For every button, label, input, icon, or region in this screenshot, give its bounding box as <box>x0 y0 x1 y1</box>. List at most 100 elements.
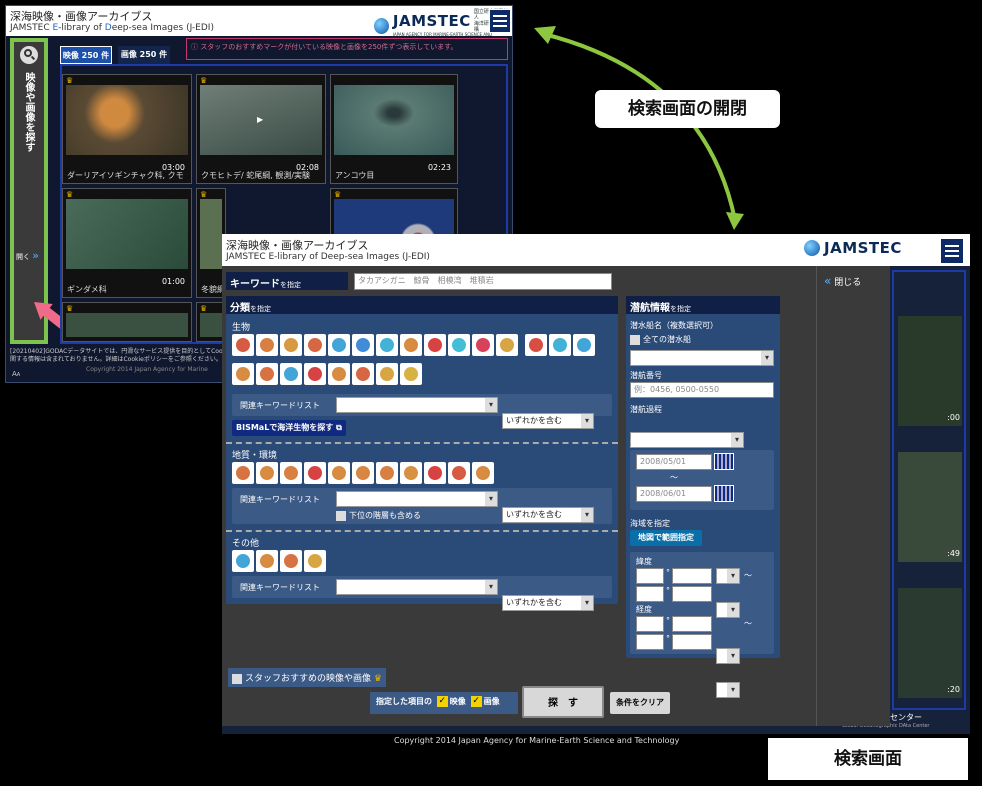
bio-match-select[interactable]: いずれかを含む <box>502 413 594 429</box>
shell-icon[interactable] <box>424 334 446 356</box>
urchin-icon[interactable] <box>256 363 278 385</box>
globe-icon <box>804 240 820 256</box>
lon-deg-1[interactable] <box>636 616 664 632</box>
calendar-icon[interactable] <box>714 485 734 502</box>
eel-icon[interactable] <box>400 334 422 356</box>
seafloor-icon[interactable] <box>232 462 254 484</box>
anemone-icon[interactable] <box>352 363 374 385</box>
structure-icon[interactable] <box>328 462 350 484</box>
lat-min-2[interactable] <box>672 586 712 602</box>
coral-icon[interactable] <box>304 363 326 385</box>
sea-pen-icon[interactable] <box>328 363 350 385</box>
lat-tilde: ～ <box>744 571 752 580</box>
seep-icon[interactable] <box>448 462 470 484</box>
jellyfish-icon[interactable] <box>448 334 470 356</box>
video-thumbnail[interactable]: ♛ <box>330 188 458 269</box>
sponge-icon[interactable] <box>376 363 398 385</box>
crown-icon: ♛ <box>373 674 382 684</box>
thumbnail-image: :20 <box>898 588 962 698</box>
other-keyword-select[interactable] <box>336 579 498 595</box>
geo-match-select[interactable]: いずれかを含む <box>502 507 594 523</box>
submersible-icon[interactable] <box>280 550 302 572</box>
crab-icon[interactable] <box>232 334 254 356</box>
krill-icon[interactable] <box>304 334 326 356</box>
calendar-icon[interactable] <box>714 453 734 470</box>
front-window: 深海映像・画像アーカイブス JAMSTEC E-library of Deep-… <box>222 234 970 745</box>
video-thumbnail[interactable]: ♛ <box>62 302 192 342</box>
lon-deg-2[interactable] <box>636 634 664 650</box>
date-from-input[interactable]: 2008/05/01 <box>636 454 712 470</box>
thumbnail-image <box>66 199 188 269</box>
video-checkbox[interactable]: ✓ <box>436 696 448 707</box>
lat-deg-2[interactable] <box>636 586 664 602</box>
video-thumbnail[interactable]: ♛ ▶ 02:08 クモヒトデ/ 蛇尾綱, 観測/実験 <box>196 74 326 184</box>
mound-icon[interactable] <box>280 462 302 484</box>
hamburger-menu-icon[interactable] <box>489 9 511 33</box>
bismal-button[interactable]: BISMaLで海洋生物を探す ⧉ <box>232 420 346 436</box>
all-vessels-checkbox[interactable]: 全ての潜水船 <box>630 334 691 345</box>
trash-icon[interactable] <box>232 550 254 572</box>
dive-no-input[interactable]: 例：0456, 0500-0550 <box>630 382 774 398</box>
sea-cucumber-icon[interactable] <box>232 363 254 385</box>
ray-icon[interactable] <box>376 334 398 356</box>
front-jamstec-logo[interactable]: JAMSTEC <box>804 239 902 257</box>
image-checkbox[interactable]: ✓ <box>470 696 482 707</box>
hamburger-menu-icon[interactable] <box>940 238 964 264</box>
shark-icon[interactable] <box>352 334 374 356</box>
lon-min-2[interactable] <box>672 634 712 650</box>
lower-layers-checkbox[interactable]: 下位の階層も含める <box>336 510 421 521</box>
layers-icon[interactable] <box>424 462 446 484</box>
staff-pick-checkbox[interactable]: スタッフおすすめの映像や画像 ♛ <box>228 668 386 687</box>
clear-button[interactable]: 条件をクリア <box>610 692 670 714</box>
rock-icon[interactable] <box>376 462 398 484</box>
shrimp-icon[interactable] <box>256 334 278 356</box>
vessel-select[interactable] <box>630 350 774 366</box>
barnacle-icon[interactable] <box>280 334 302 356</box>
other-match-select[interactable]: いずれかを含む <box>502 595 594 611</box>
lat-dir-2[interactable] <box>716 602 740 618</box>
other-bio-icon[interactable] <box>400 363 422 385</box>
close-column <box>816 266 817 726</box>
tab-image[interactable]: 画像 250 件 <box>118 46 170 64</box>
date-to-input[interactable]: 2008/06/01 <box>636 486 712 502</box>
close-search-button[interactable]: « 閉じる <box>824 274 861 288</box>
whale-tail-icon[interactable] <box>256 550 278 572</box>
slope-icon[interactable] <box>256 462 278 484</box>
lat-deg-1[interactable] <box>636 568 664 584</box>
siphonophore-icon[interactable] <box>549 334 572 356</box>
clam-icon[interactable] <box>496 334 518 356</box>
map-range-button[interactable]: 地図で範囲指定 <box>630 530 702 546</box>
video-thumbnail[interactable]: ♛ 03:00 ダーリアイソギンチャク科, クモヒト… <box>62 74 192 184</box>
thumbnail-image: :00 <box>898 316 962 426</box>
starfish-icon[interactable] <box>280 363 302 385</box>
bio-keyword-select[interactable] <box>336 397 498 413</box>
lon-min-1[interactable] <box>672 616 712 632</box>
search-panel: キーワードを指定 タカアシガニ 鯨骨 相模湾 堆積岩 分類を指定 生物 関連キー… <box>222 266 890 726</box>
manipulator-icon[interactable] <box>304 550 326 572</box>
octopus-icon[interactable] <box>472 334 494 356</box>
lat-min-1[interactable] <box>672 568 712 584</box>
lat-dir-1[interactable] <box>716 568 740 584</box>
video-thumbnail[interactable]: 02:23 アンコウ目 <box>330 74 458 184</box>
search-button[interactable]: 探 す <box>522 686 604 718</box>
lon-dir-2[interactable] <box>716 682 740 698</box>
lon-dir-1[interactable] <box>716 648 740 664</box>
geo-keyword-select[interactable] <box>336 491 498 507</box>
crown-icon: ♛ <box>66 190 74 199</box>
worm-icon[interactable] <box>525 334 548 356</box>
vessel-label: 潜水船名（複数選択可） <box>630 321 718 330</box>
video-thumbnail[interactable]: ♛ 01:00 ギンダメ科 <box>62 188 192 298</box>
area-label: 海域を指定 <box>630 519 670 528</box>
tab-video[interactable]: 映像 250 件 <box>60 46 112 64</box>
search-icon[interactable] <box>20 46 38 64</box>
gravel-icon[interactable] <box>472 462 494 484</box>
crown-icon: ♛ <box>200 304 208 313</box>
fish-icon[interactable] <box>328 334 350 356</box>
sediment-icon[interactable] <box>400 462 422 484</box>
vent-icon[interactable] <box>304 462 326 484</box>
manganese-icon[interactable] <box>352 462 374 484</box>
sidebar-open-button[interactable]: 開く » <box>16 249 39 262</box>
plankton-icon[interactable] <box>573 334 596 356</box>
keyword-input[interactable]: タカアシガニ 鯨骨 相模湾 堆積岩 <box>354 273 612 290</box>
font-size-toggle[interactable]: AA <box>12 370 20 378</box>
